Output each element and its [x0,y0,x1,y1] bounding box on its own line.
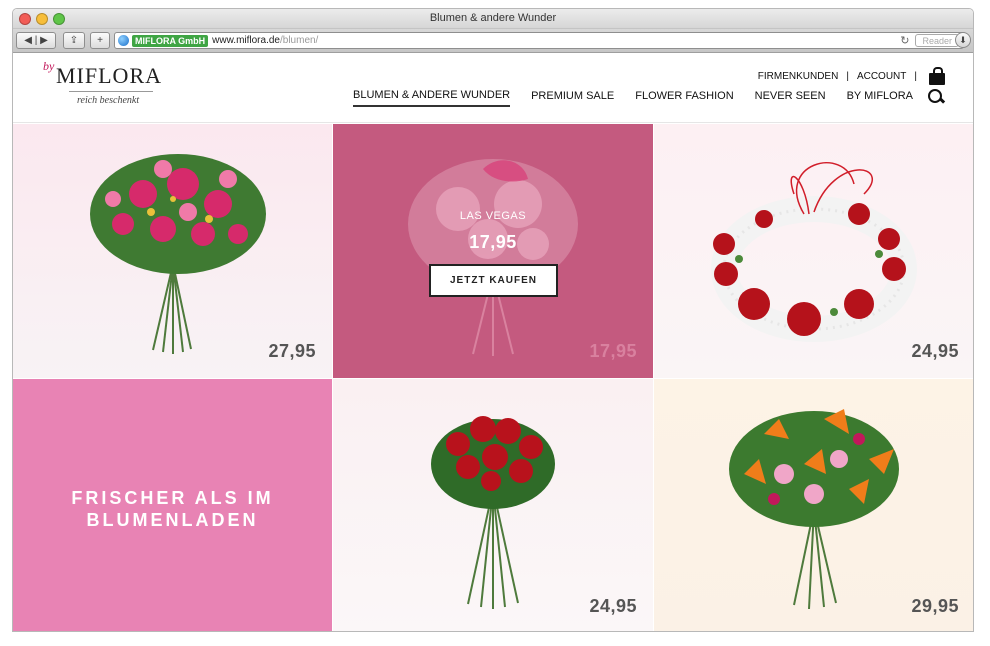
overlay-price: 17,95 [469,232,517,252]
back-forward-buttons[interactable]: ◀ | ▶ [16,32,56,49]
product-tile[interactable]: 24,95 [654,124,973,378]
share-button[interactable]: ⇪ [63,32,85,49]
nav-by-miflora[interactable]: BY MIFLORA [847,90,913,106]
logo-divider [69,91,153,92]
plus-icon: + [97,35,103,46]
product-tile-hover[interactable]: LAS VEGAS 17,95 JETZT KAUFEN 17,95 [333,124,653,378]
flower-wreath-image [711,161,917,342]
browser-toolbar: ◀ | ▶ ⇪ + MIFLORA GmbH www.miflora.de/bl… [13,29,973,53]
lily-bouquet-image [729,409,899,610]
url-host: www.miflora.de [212,35,280,46]
top-navigation: FIRMENKUNDEN | ACCOUNT | [758,67,973,85]
promo-line-1: FRISCHER ALS IM [71,488,274,508]
rose-bouquet-image [431,416,555,609]
promo-headline: FRISCHER ALS IM BLUMENLADEN [13,487,332,531]
product-price: 24,95 [589,596,637,616]
logo-name: MIFLORA [56,63,163,88]
browser-window: Blumen & andere Wunder ◀ | ▶ ⇪ + MIFLORA… [12,8,974,632]
product-price: 29,95 [911,596,959,616]
downloads-button[interactable]: ⬇ [955,32,971,48]
url-path: /blumen/ [279,35,319,46]
product-tile[interactable]: 27,95 [13,124,332,378]
bouquet-image [90,154,266,354]
window-title: Blumen & andere Wunder [429,12,557,24]
product-price: 17,95 [589,341,637,361]
nav-premium-sale[interactable]: PREMIUM SALE [531,90,614,106]
promo-tile[interactable]: FRISCHER ALS IM BLUMENLADEN [13,379,332,631]
address-bar[interactable]: MIFLORA GmbH www.miflora.de/blumen/ ↻ Re… [114,32,964,49]
nav-separator: | [846,70,849,82]
reader-button[interactable]: Reader [915,34,959,47]
logo-by: by [43,59,55,73]
title-bar: Blumen & andere Wunder [13,9,973,29]
share-icon: ⇪ [69,35,79,46]
product-price: 24,95 [911,341,959,361]
firmenkunden-link[interactable]: FIRMENKUNDEN [758,71,839,82]
product-tile[interactable]: 29,95 [654,379,973,631]
back-arrow-icon[interactable]: ◀ [24,35,32,46]
main-navigation: BLUMEN & ANDERE WUNDER PREMIUM SALE FLOW… [332,89,945,107]
product-price: 27,95 [268,341,316,361]
nav-never-seen[interactable]: NEVER SEEN [755,90,826,106]
buy-now-button[interactable]: JETZT KAUFEN [429,264,558,297]
product-tile[interactable]: 24,95 [333,379,653,631]
product-grid: 27,95 LAS VEGAS 17,95 JETZT KAUFEN 17,95 [13,124,973,631]
nav-separator: | [914,70,917,82]
forward-arrow-icon[interactable]: ▶ [40,35,48,46]
new-tab-button[interactable]: + [90,32,110,49]
account-link[interactable]: ACCOUNT [857,71,906,82]
promo-line-2: BLUMENLADEN [86,510,259,530]
product-name: LAS VEGAS [459,210,527,222]
reload-icon[interactable]: ↻ [900,34,909,47]
nav-flower-fashion[interactable]: FLOWER FASHION [635,90,733,106]
logo-tagline: reich beschenkt [77,95,140,106]
search-icon[interactable] [927,88,945,106]
shopping-bag-icon[interactable] [929,67,945,85]
site-header: by MIFLORA reich beschenkt FIRMENKUNDEN … [13,53,973,123]
download-icon: ⬇ [959,34,967,45]
ev-certificate-badge[interactable]: MIFLORA GmbH [132,34,209,47]
globe-icon [118,35,129,46]
nav-blumen[interactable]: BLUMEN & ANDERE WUNDER [353,89,511,107]
